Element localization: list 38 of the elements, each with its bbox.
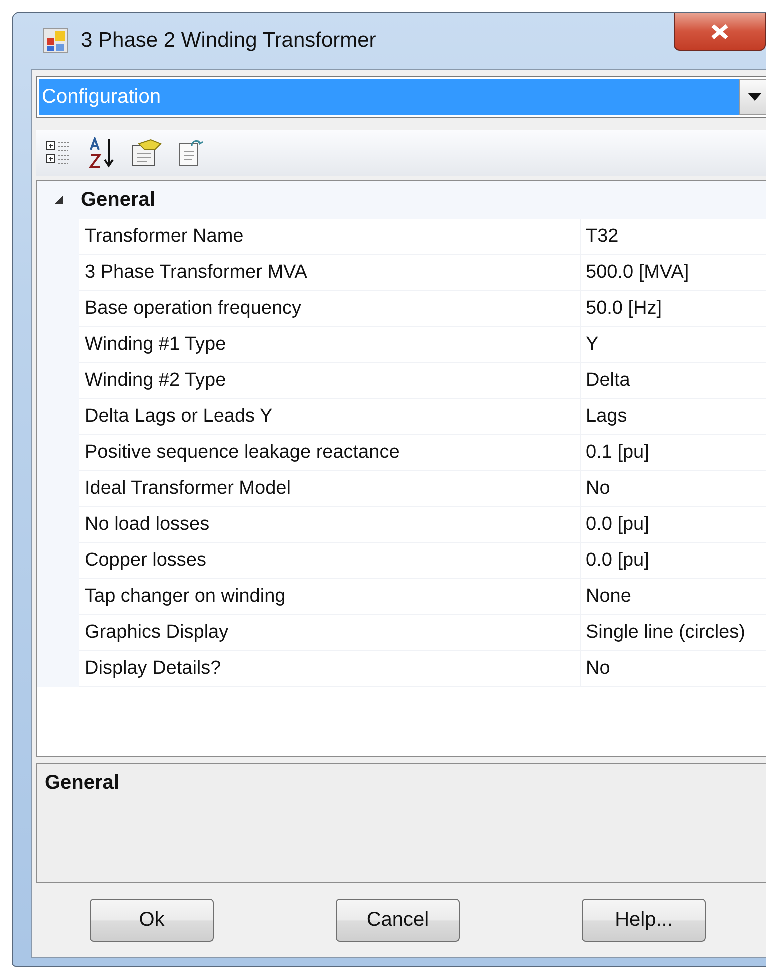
property-name: Ideal Transformer Model <box>79 471 581 507</box>
document-icon <box>178 138 204 168</box>
property-name: No load losses <box>79 507 581 543</box>
property-value[interactable]: No <box>581 651 766 687</box>
property-name: Copper losses <box>79 543 581 579</box>
property-name: Transformer Name <box>79 219 581 255</box>
property-name: Tap changer on winding <box>79 579 581 615</box>
property-value[interactable]: T32 <box>581 219 766 255</box>
property-name: Graphics Display <box>79 615 581 651</box>
property-value[interactable]: 0.0 [pu] <box>581 543 766 579</box>
property-name: Winding #1 Type <box>79 327 581 363</box>
property-name: 3 Phase Transformer MVA <box>79 255 581 291</box>
property-value[interactable]: Y <box>581 327 766 363</box>
property-value[interactable]: 0.0 [pu] <box>581 507 766 543</box>
property-value[interactable]: Delta <box>581 363 766 399</box>
categorized-icon <box>46 139 72 167</box>
property-name: Display Details? <box>79 651 581 687</box>
property-name: Positive sequence leakage reactance <box>79 435 581 471</box>
dialog-button[interactable]: Cancel <box>336 898 460 942</box>
close-button[interactable] <box>674 13 766 51</box>
property-value[interactable]: 50.0 [Hz] <box>581 291 766 327</box>
description-title: General <box>45 772 120 794</box>
property-value[interactable]: Lags <box>581 399 766 435</box>
property-name: Base operation frequency <box>79 291 581 327</box>
app-icon <box>43 28 69 54</box>
property-value[interactable]: None <box>581 579 766 615</box>
property-name: Delta Lags or Leads Y <box>79 399 581 435</box>
property-name: Winding #2 Type <box>79 363 581 399</box>
window-title: 3 Phase 2 Winding Transformer <box>81 29 376 53</box>
property-value[interactable]: 500.0 [MVA] <box>581 255 766 291</box>
dialog-button[interactable]: Help... <box>582 898 706 942</box>
dialog-button[interactable]: Ok <box>90 898 214 942</box>
property-value[interactable]: Single line (circles) <box>581 615 766 651</box>
close-icon <box>709 22 731 40</box>
category-label: General <box>81 188 156 212</box>
property-value[interactable]: 0.1 [pu] <box>581 435 766 471</box>
property-pages-icon <box>131 138 163 168</box>
property-value[interactable]: No <box>581 471 766 507</box>
